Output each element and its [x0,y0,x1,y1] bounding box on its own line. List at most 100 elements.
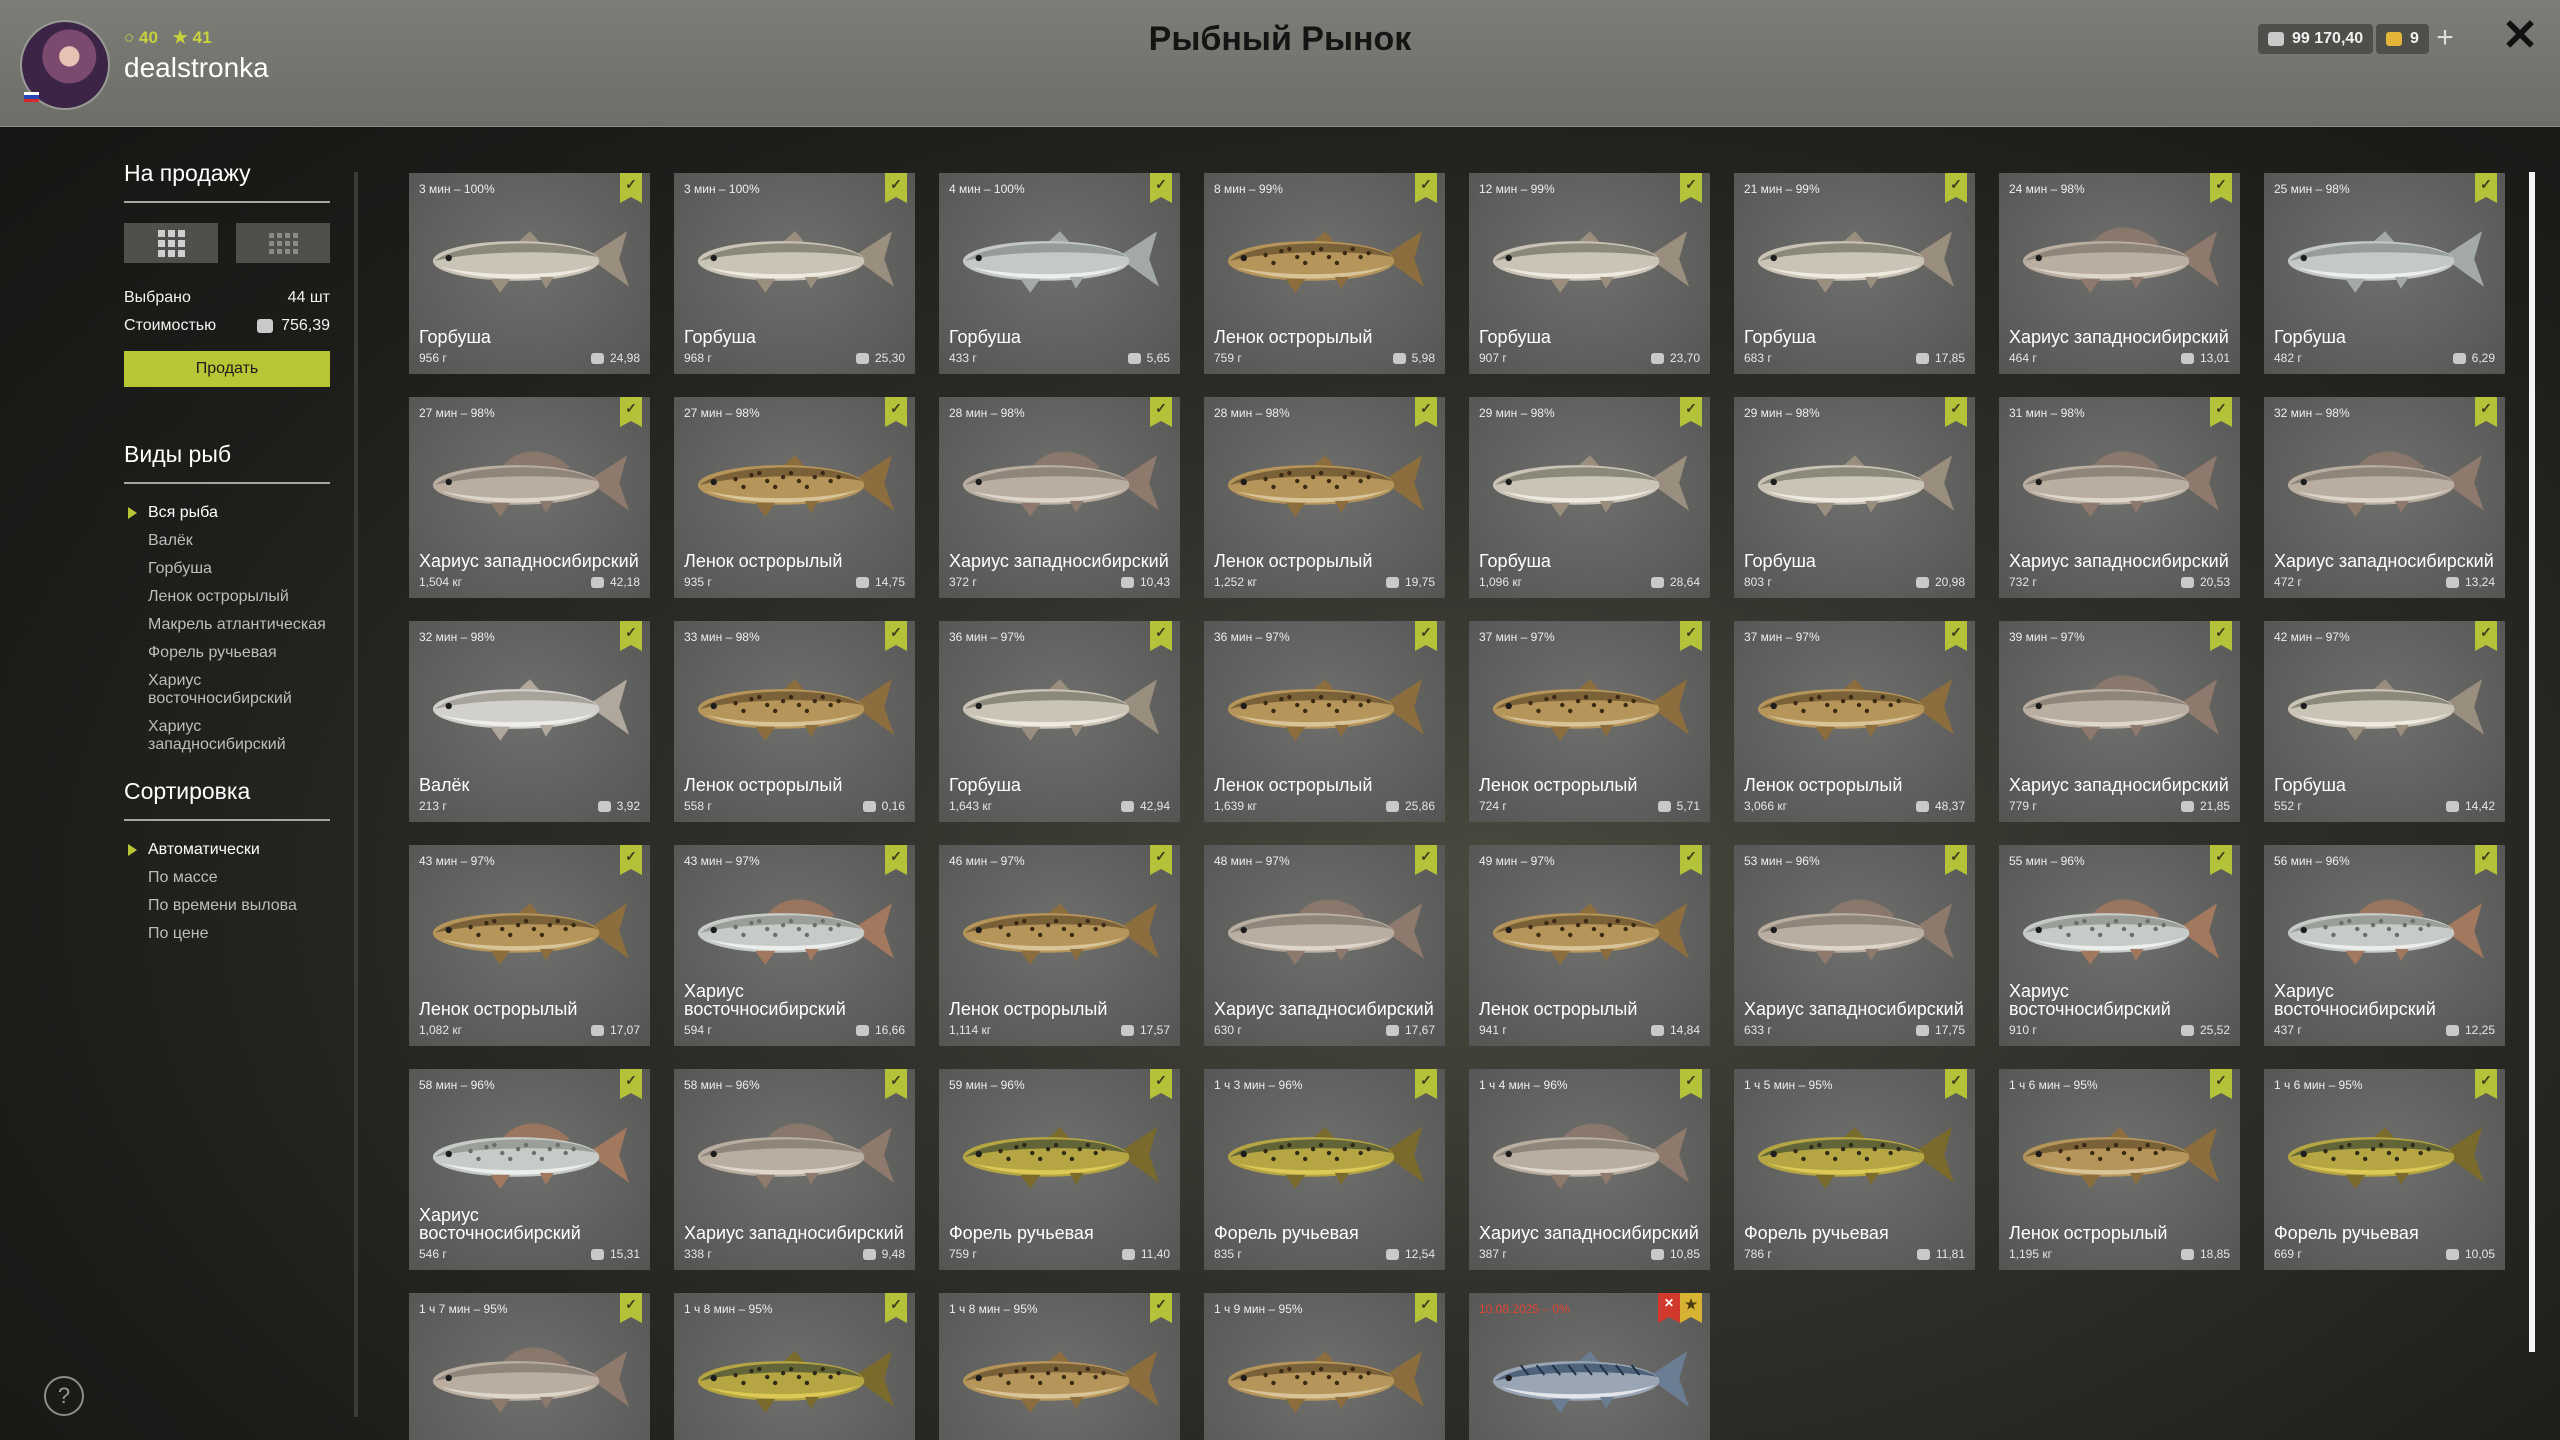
species-filter-item[interactable]: Ленок острорылый [124,588,330,606]
selected-checkmark-icon[interactable] [1150,845,1172,875]
fish-card[interactable]: 36 мин – 97% Ленок острорылый 1,639 кг 25,8… [1204,621,1445,822]
selected-checkmark-icon[interactable] [1680,173,1702,203]
selected-checkmark-icon[interactable] [1150,173,1172,203]
sell-button[interactable]: Продать [124,351,330,387]
species-filter-item[interactable]: Валёк [124,532,330,550]
large-grid-view-button[interactable] [124,223,218,263]
selected-checkmark-icon[interactable] [1415,845,1437,875]
selected-checkmark-icon[interactable] [885,1069,907,1099]
fish-card[interactable]: 46 мин – 97% Ленок острорылый 1,114 кг 17,5… [939,845,1180,1046]
selected-checkmark-icon[interactable] [2210,621,2232,651]
fish-card[interactable]: 58 мин – 96% Хариус западносибирский 338 г… [674,1069,915,1270]
selected-checkmark-icon[interactable] [1945,1069,1967,1099]
selected-checkmark-icon[interactable] [2210,845,2232,875]
fish-card[interactable]: 53 мин – 96% Хариус западносибирский 633 г… [1734,845,1975,1046]
selected-checkmark-icon[interactable] [1680,397,1702,427]
selected-checkmark-icon[interactable] [885,397,907,427]
selected-checkmark-icon[interactable] [620,621,642,651]
scrollbar[interactable] [2529,172,2535,1352]
fish-card[interactable]: 3 мин – 100% Горбуша 956 г 24,98 [409,173,650,374]
selected-checkmark-icon[interactable] [885,845,907,875]
fish-card[interactable]: 36 мин – 97% Горбуша 1,643 кг 42,94 [939,621,1180,822]
fish-card[interactable]: 48 мин – 97% Хариус западносибирский 630 г… [1204,845,1445,1046]
selected-checkmark-icon[interactable] [2475,1069,2497,1099]
selected-checkmark-icon[interactable] [620,1069,642,1099]
fish-card[interactable]: 8 мин – 99% Ленок острорылый 759 г 5,98 [1204,173,1445,374]
fish-card[interactable]: 39 мин – 97% Хариус западносибирский 779 г… [1999,621,2240,822]
fish-card[interactable]: 56 мин – 96% Хариус восточносибирский 437 … [2264,845,2505,1046]
sort-option[interactable]: По массе [124,869,330,887]
fish-card[interactable]: 1 ч 6 мин – 95% Форель ручьевая 669 г 10,05 [2264,1069,2505,1270]
fish-card[interactable]: 1 ч 8 мин – 95% [674,1293,915,1440]
selected-checkmark-icon[interactable] [2210,1069,2232,1099]
selected-checkmark-icon[interactable] [2475,621,2497,651]
close-button[interactable]: ✕ [2498,14,2542,60]
species-filter-item[interactable]: Хариус восточносибирский [124,672,330,708]
small-grid-view-button[interactable] [236,223,330,263]
selected-checkmark-icon[interactable] [885,621,907,651]
selected-checkmark-icon[interactable] [620,397,642,427]
selected-checkmark-icon[interactable] [1680,845,1702,875]
fish-card[interactable]: 31 мин – 98% Хариус западносибирский 732 г… [1999,397,2240,598]
selected-checkmark-icon[interactable] [2475,173,2497,203]
fish-card[interactable]: 21 мин – 99% Горбуша 683 г 17,85 [1734,173,1975,374]
fish-card[interactable]: 24 мин – 98% Хариус западносибирский 464 г… [1999,173,2240,374]
selected-checkmark-icon[interactable] [620,1293,642,1323]
selected-checkmark-icon[interactable] [620,173,642,203]
sort-option[interactable]: Автоматически [124,841,330,859]
fish-card[interactable]: 27 мин – 98% Хариус западносибирский 1,504… [409,397,650,598]
fish-card[interactable]: 37 мин – 97% Ленок острорылый 724 г 5,71 [1469,621,1710,822]
selected-checkmark-icon[interactable] [1415,173,1437,203]
fish-card[interactable]: 1 ч 8 мин – 95% [939,1293,1180,1440]
selected-checkmark-icon[interactable] [1415,1293,1437,1323]
species-filter-item[interactable]: Вся рыба [124,504,330,522]
fish-card[interactable]: 4 мин – 100% Горбуша 433 г 5,65 [939,173,1180,374]
fish-card[interactable]: 29 мин – 98% Горбуша 1,096 кг 28,64 [1469,397,1710,598]
selected-checkmark-icon[interactable] [2210,397,2232,427]
fish-card[interactable]: 28 мин – 98% Ленок острорылый 1,252 кг 19,7… [1204,397,1445,598]
fish-card[interactable]: 1 ч 6 мин – 95% Ленок острорылый 1,195 кг 1… [1999,1069,2240,1270]
fish-card[interactable]: 29 мин – 98% Горбуша 803 г 20,98 [1734,397,1975,598]
fish-card[interactable]: 55 мин – 96% Хариус восточносибирский 910 … [1999,845,2240,1046]
fish-card[interactable]: 1 ч 3 мин – 96% Форель ручьевая 835 г 12,54 [1204,1069,1445,1270]
sort-option[interactable]: По времени вылова [124,897,330,915]
fish-card[interactable]: 49 мин – 97% Ленок острорылый 941 г 14,84 [1469,845,1710,1046]
selected-checkmark-icon[interactable] [1680,1069,1702,1099]
selected-checkmark-icon[interactable] [1945,397,1967,427]
fish-card[interactable]: 1 ч 5 мин – 95% Форель ручьевая 786 г 11,81 [1734,1069,1975,1270]
species-filter-item[interactable]: Горбуша [124,560,330,578]
selected-checkmark-icon[interactable] [1150,1069,1172,1099]
fish-card[interactable]: 25 мин – 98% Горбуша 482 г 6,29 [2264,173,2505,374]
selected-checkmark-icon[interactable] [885,1293,907,1323]
fish-card[interactable]: 43 мин – 97% Ленок острорылый 1,082 кг 17,0… [409,845,650,1046]
selected-checkmark-icon[interactable] [1150,397,1172,427]
fish-card[interactable]: 33 мин – 98% Ленок острорылый 558 г 0,16 [674,621,915,822]
fish-card[interactable]: 1 ч 9 мин – 95% [1204,1293,1445,1440]
favorite-badge-icon[interactable] [1680,1293,1702,1323]
add-currency-button[interactable]: + [2430,23,2460,54]
selected-checkmark-icon[interactable] [1150,621,1172,651]
fish-card[interactable]: 3 мин – 100% Горбуша 968 г 25,30 [674,173,915,374]
help-button[interactable]: ? [44,1376,84,1416]
selected-checkmark-icon[interactable] [1415,1069,1437,1099]
species-filter-item[interactable]: Макрель атлантическая [124,616,330,634]
fish-card[interactable]: 1 ч 7 мин – 95%Хариус [409,1293,650,1440]
selected-checkmark-icon[interactable] [1945,173,1967,203]
species-filter-item[interactable]: Хариус западносибирский [124,718,330,754]
selected-checkmark-icon[interactable] [1150,1293,1172,1323]
selected-checkmark-icon[interactable] [1680,621,1702,651]
selected-checkmark-icon[interactable] [1415,621,1437,651]
sort-option[interactable]: По цене [124,925,330,943]
selected-checkmark-icon[interactable] [885,173,907,203]
fish-card[interactable]: 42 мин – 97% Горбуша 552 г 14,42 [2264,621,2505,822]
selected-checkmark-icon[interactable] [1415,397,1437,427]
selected-checkmark-icon[interactable] [2475,397,2497,427]
species-filter-item[interactable]: Форель ручьевая [124,644,330,662]
fish-card[interactable]: 32 мин – 98% Хариус западносибирский 472 г… [2264,397,2505,598]
fish-card[interactable]: 27 мин – 98% Ленок острорылый 935 г 14,75 [674,397,915,598]
fish-card[interactable]: 10.08.2025 – 0% [1469,1293,1710,1440]
fish-card[interactable]: 28 мин – 98% Хариус западносибирский 372 г… [939,397,1180,598]
fish-card[interactable]: 12 мин – 99% Горбуша 907 г 23,70 [1469,173,1710,374]
fish-card[interactable]: 43 мин – 97% Хариус восточносибирский 594 … [674,845,915,1046]
selected-checkmark-icon[interactable] [2210,173,2232,203]
